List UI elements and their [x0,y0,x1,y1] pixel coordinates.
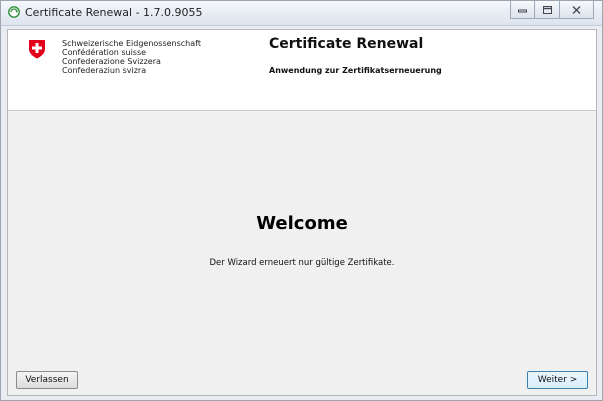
wizard-footer: Verlassen Weiter > [8,363,596,395]
page-title: Certificate Renewal [269,36,424,52]
close-icon[interactable] [560,1,594,19]
window-controls [510,1,594,21]
wizard-panel: Schweizerische Eidgenossenschaft Confédé… [7,29,597,396]
org-line-french: Confédération suisse [62,48,147,57]
recycle-app-icon [8,6,20,18]
org-line-german: Schweizerische Eidgenossenschaft [62,39,201,48]
application-window: Certificate Renewal - 1.7.0.9055 Schweiz… [0,0,603,401]
swiss-shield-icon [29,40,45,59]
welcome-heading: Welcome [256,213,348,234]
federal-administration-names: Schweizerische Eidgenossenschaft Confédé… [62,39,201,75]
org-line-romansh: Confederaziun svizra [62,66,147,75]
minimize-icon[interactable] [510,1,535,19]
window-title: Certificate Renewal - 1.7.0.9055 [25,6,203,19]
title-bar[interactable]: Certificate Renewal - 1.7.0.9055 [1,1,602,26]
wizard-header: Schweizerische Eidgenossenschaft Confédé… [8,30,596,111]
leave-button[interactable]: Verlassen [16,371,78,389]
org-line-italian: Confederazione Svizzera [62,57,161,66]
page-subtitle: Anwendung zur Zertifikatserneuerung [269,66,442,75]
restore-icon[interactable] [535,1,560,19]
next-button[interactable]: Weiter > [527,371,588,389]
info-text: Der Wizard erneuert nur gültige Zertifik… [209,258,395,268]
